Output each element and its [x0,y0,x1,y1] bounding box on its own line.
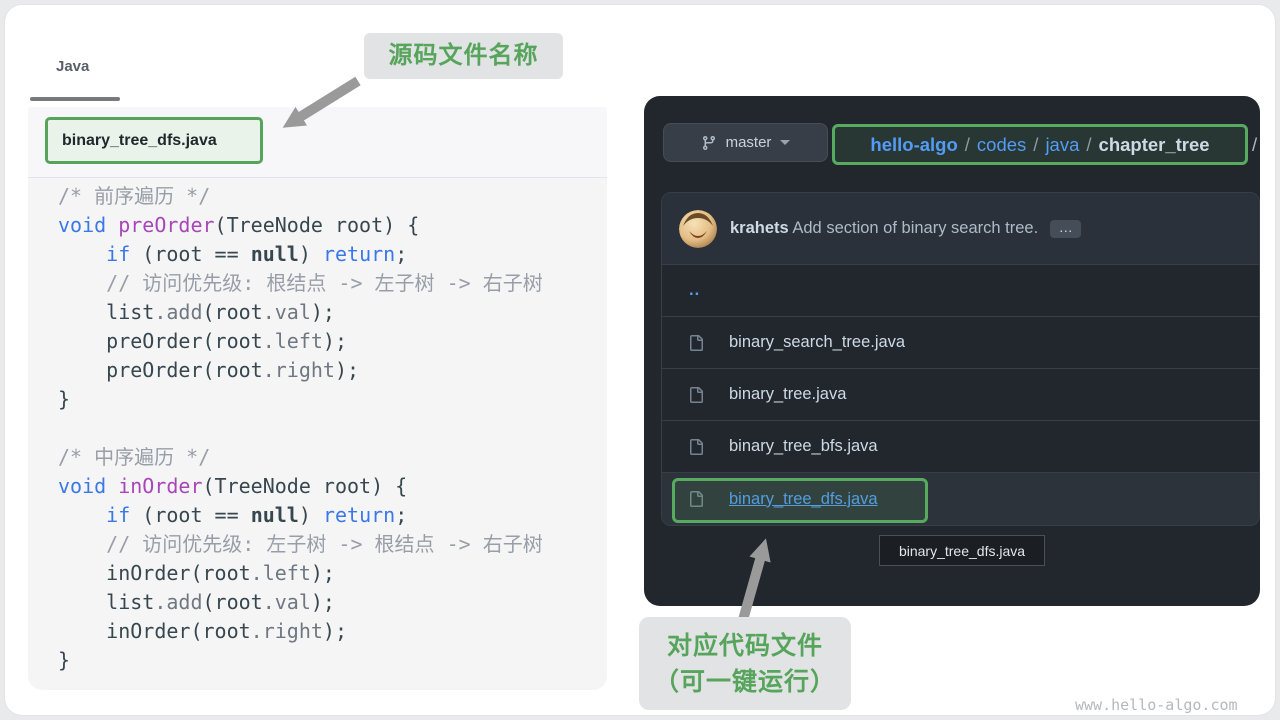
filename-chip-label: binary_tree_dfs.java [62,132,217,150]
tab-active-underline [30,97,120,101]
code-line: void inOrder(TreeNode root) { [58,472,543,501]
breadcrumb-trailing-slash: / [1252,124,1257,165]
file-row[interactable]: binary_tree_bfs.java [662,421,1259,473]
code-line: /* 前序遍历 */ [58,182,543,211]
branch-selector-button[interactable]: master [663,123,828,162]
file-name-link[interactable]: binary_search_tree.java [729,333,905,352]
breadcrumb-link-chapter_tree: chapter_tree [1099,134,1210,156]
file-icon [688,387,704,403]
code-line: inOrder(root.left); [58,559,543,588]
file-name-link[interactable]: binary_tree_bfs.java [729,437,878,456]
file-name-link[interactable]: binary_tree_dfs.java [729,490,878,509]
file-browser-box: krahets Add section of binary search tre… [661,192,1260,526]
code-line: // 访问优先级: 根结点 -> 左子树 -> 右子树 [58,269,543,298]
file-tooltip: binary_tree_dfs.java [879,535,1045,566]
watermark: www.hello-algo.com [1075,696,1238,714]
annotation-source-file-label: 源码文件名称 [364,33,563,79]
file-list: .. binary_search_tree.java binary_tree.jav… [662,265,1259,525]
breadcrumb-link-hello-algo[interactable]: hello-algo [870,134,957,156]
breadcrumb-separator: / [965,134,970,156]
code-line: list.add(root.val); [58,298,543,327]
commit-author[interactable]: krahets [730,219,789,237]
file-icon [688,491,704,507]
branch-name: master [726,134,772,151]
code-line: preOrder(root.left); [58,327,543,356]
filename-chip: binary_tree_dfs.java [45,117,263,164]
code-line: inOrder(root.right); [58,617,543,646]
breadcrumb: hello-algo / codes / java / chapter_tree [832,124,1248,165]
parent-dir-link[interactable]: .. [689,281,700,300]
annotation-code-file-line1: 对应代码文件 [639,628,851,664]
github-panel: master hello-algo / codes / java / chapter_tre… [644,96,1260,606]
code-line: /* 中序遍历 */ [58,443,543,472]
file-row[interactable]: binary_tree_dfs.java [662,473,1259,525]
breadcrumb-link-codes[interactable]: codes [977,134,1026,156]
file-name-link[interactable]: binary_tree.java [729,385,846,404]
annotation-code-file-line2: （可一键运行） [639,664,851,700]
code-line: list.add(root.val); [58,588,543,617]
commit-ellipsis-button[interactable]: … [1050,220,1081,238]
code-header: binary_tree_dfs.java [28,107,607,178]
code-panel: binary_tree_dfs.java /* 前序遍历 */void preO… [28,107,607,690]
code-line: if (root == null) return; [58,501,543,530]
breadcrumb-link-java[interactable]: java [1045,134,1079,156]
code-line: if (root == null) return; [58,240,543,269]
code-blank-line [58,414,543,443]
breadcrumb-separator: / [1033,134,1038,156]
code-line: preOrder(root.right); [58,356,543,385]
tab-java[interactable]: Java [56,58,89,75]
file-row[interactable]: binary_tree.java [662,369,1259,421]
file-icon [688,335,704,351]
file-icon [688,439,704,455]
code-line: // 访问优先级: 左子树 -> 根结点 -> 右子树 [58,530,543,559]
annotation-code-file-label: 对应代码文件 （可一键运行） [639,617,851,710]
latest-commit-bar: krahets Add section of binary search tre… [662,193,1259,265]
figure-stage: Java binary_tree_dfs.java /* 前序遍历 */void… [0,0,1280,720]
code-line: } [58,646,543,675]
code-lines: /* 前序遍历 */void preOrder(TreeNode root) {… [28,178,561,675]
git-branch-icon [701,135,717,151]
parent-dir-row[interactable]: .. [662,265,1259,317]
file-row[interactable]: binary_search_tree.java [662,317,1259,369]
code-line: void preOrder(TreeNode root) { [58,211,543,240]
commit-message-text: Add section of binary search tree. [789,219,1038,237]
chevron-down-icon [780,140,790,145]
avatar[interactable] [679,210,717,248]
code-line: } [58,385,543,414]
commit-message: krahets Add section of binary search tre… [730,219,1081,238]
breadcrumb-separator: / [1086,134,1091,156]
